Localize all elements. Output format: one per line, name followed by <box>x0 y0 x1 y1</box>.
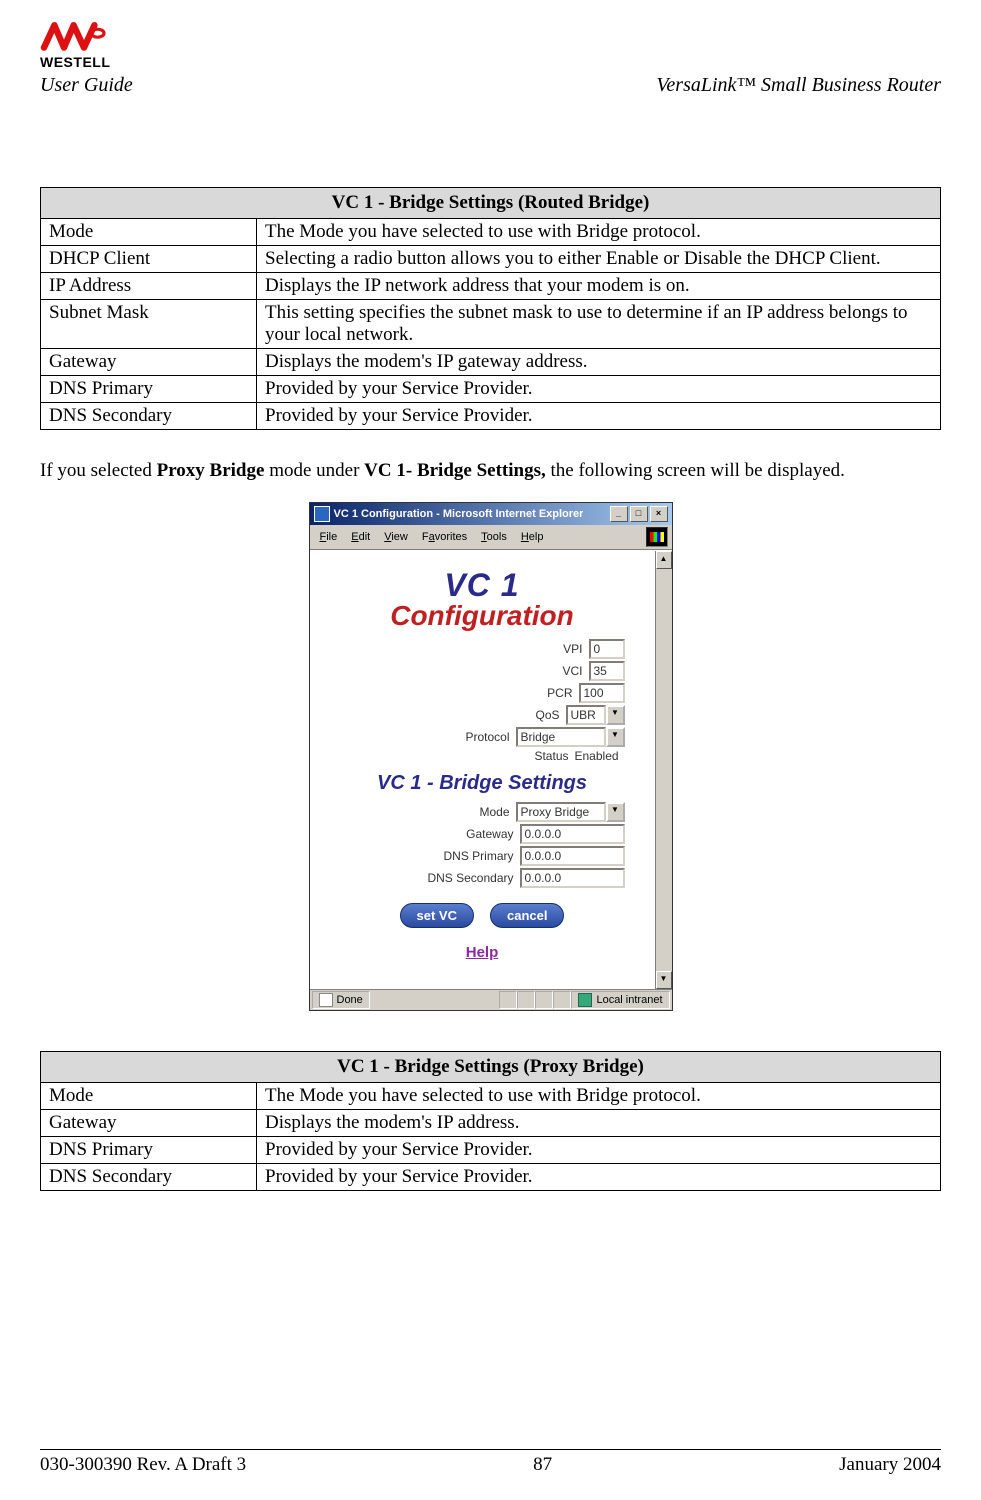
table-row: IP AddressDisplays the IP network addres… <box>41 273 941 300</box>
pcr-label: PCR <box>547 686 572 700</box>
maximize-button[interactable]: □ <box>630 506 648 522</box>
menu-tools[interactable]: Tools <box>475 529 513 545</box>
protocol-select[interactable]: Bridge▼ <box>516 727 625 747</box>
table-row: DNS SecondaryProvided by your Service Pr… <box>41 403 941 430</box>
vpi-input[interactable]: 0 <box>589 639 625 659</box>
ie-window: VC 1 Configuration - Microsoft Internet … <box>309 502 673 1011</box>
dns-secondary-label: DNS Secondary <box>427 871 513 885</box>
menu-view[interactable]: View <box>378 529 414 545</box>
menu-edit[interactable]: Edit <box>345 529 376 545</box>
minimize-button[interactable]: _ <box>610 506 628 522</box>
qos-select[interactable]: UBR▼ <box>566 705 625 725</box>
set-vc-button[interactable]: set VC <box>400 903 474 928</box>
pcr-input[interactable]: 100 <box>579 683 625 703</box>
vci-input[interactable]: 35 <box>589 661 625 681</box>
vpi-label: VPI <box>563 642 582 656</box>
status-value: Enabled <box>575 749 625 763</box>
table-row: DNS SecondaryProvided by your Service Pr… <box>41 1164 941 1191</box>
table-header: VC 1 - Bridge Settings (Routed Bridge) <box>41 188 941 219</box>
dropdown-icon: ▼ <box>606 705 625 725</box>
scroll-up-icon[interactable]: ▲ <box>656 551 672 569</box>
menu-help[interactable]: Help <box>515 529 550 545</box>
dropdown-icon: ▼ <box>606 727 625 747</box>
table-row: GatewayDisplays the modem's IP address. <box>41 1110 941 1137</box>
footer-center: 87 <box>533 1454 552 1476</box>
dns-primary-label: DNS Primary <box>443 849 513 863</box>
vci-label: VCI <box>562 664 582 678</box>
intro-paragraph: If you selected Proxy Bridge mode under … <box>40 460 941 482</box>
mode-label: Mode <box>479 805 509 819</box>
proxy-bridge-table: VC 1 - Bridge Settings (Proxy Bridge) Mo… <box>40 1051 941 1191</box>
table-row: DNS PrimaryProvided by your Service Prov… <box>41 376 941 403</box>
routed-bridge-table: VC 1 - Bridge Settings (Routed Bridge) M… <box>40 187 941 430</box>
status-done-panel: Done <box>312 991 370 1009</box>
heading-vc1: VC 1 <box>314 567 651 604</box>
zone-panel: Local intranet <box>571 991 669 1009</box>
throbber-icon <box>646 527 668 547</box>
scroll-down-icon[interactable]: ▼ <box>656 971 672 989</box>
help-link[interactable]: Help <box>466 944 499 961</box>
ie-icon <box>314 506 330 522</box>
heading-configuration: Configuration <box>314 600 651 632</box>
table-row: ModeThe Mode you have selected to use wi… <box>41 219 941 246</box>
table-row: GatewayDisplays the modem's IP gateway a… <box>41 349 941 376</box>
dns-secondary-input[interactable]: 0.0.0.0 <box>520 868 625 888</box>
table-row: Subnet MaskThis setting specifies the su… <box>41 300 941 349</box>
document-icon <box>319 993 333 1007</box>
footer-right: January 2004 <box>839 1454 941 1476</box>
dropdown-icon: ▼ <box>606 802 625 822</box>
footer-left: 030-300390 Rev. A Draft 3 <box>40 1454 246 1476</box>
cancel-button[interactable]: cancel <box>490 903 564 928</box>
close-button[interactable]: × <box>650 506 668 522</box>
intranet-icon <box>578 993 592 1007</box>
gateway-input[interactable]: 0.0.0.0 <box>520 824 625 844</box>
user-guide-label: User Guide <box>40 74 133 97</box>
table-row: DNS PrimaryProvided by your Service Prov… <box>41 1137 941 1164</box>
westell-logo-icon <box>40 20 120 56</box>
dns-primary-input[interactable]: 0.0.0.0 <box>520 846 625 866</box>
logo-block: WESTELL User Guide <box>40 20 133 97</box>
protocol-label: Protocol <box>465 730 509 744</box>
scrollbar[interactable]: ▲ ▼ <box>655 551 672 989</box>
table-row: DHCP ClientSelecting a radio button allo… <box>41 246 941 273</box>
menubar: File Edit View Favorites Tools Help <box>310 525 672 550</box>
table-row: ModeThe Mode you have selected to use wi… <box>41 1083 941 1110</box>
brand-name: WESTELL <box>40 54 110 70</box>
table-header: VC 1 - Bridge Settings (Proxy Bridge) <box>41 1052 941 1083</box>
status-done-text: Done <box>337 994 363 1006</box>
page-footer: 030-300390 Rev. A Draft 3 87 January 200… <box>40 1449 941 1476</box>
page-content: VC 1 Configuration VPI 0 VCI 35 PCR 100 QoS… <box>310 551 655 989</box>
gateway-label: Gateway <box>466 827 513 841</box>
qos-label: QoS <box>535 708 559 722</box>
status-label: Status <box>534 749 568 763</box>
mode-select[interactable]: Proxy Bridge▼ <box>516 802 625 822</box>
status-boxes <box>499 991 571 1009</box>
statusbar: Done Local intranet <box>310 989 672 1010</box>
menu-file[interactable]: File <box>314 529 344 545</box>
zone-text: Local intranet <box>596 994 662 1006</box>
menu-favorites[interactable]: Favorites <box>416 529 473 545</box>
window-title: VC 1 Configuration - Microsoft Internet … <box>334 508 584 520</box>
heading-bridge-settings: VC 1 - Bridge Settings <box>314 772 651 795</box>
page-header: WESTELL User Guide VersaLink™ Small Busi… <box>40 20 941 97</box>
product-name: VersaLink™ Small Business Router <box>656 74 941 97</box>
titlebar: VC 1 Configuration - Microsoft Internet … <box>310 503 672 525</box>
